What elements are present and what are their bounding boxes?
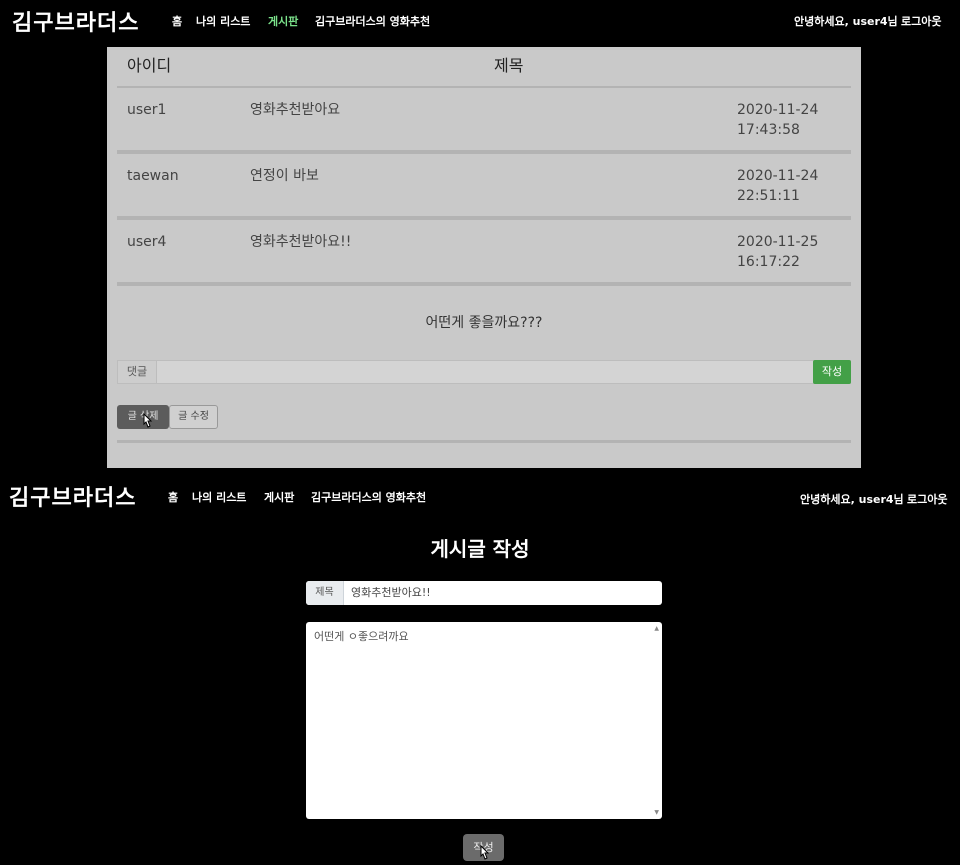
row-datetime: 2020-11-24 17:43:58 [737,100,818,140]
title-label: 제목 [306,581,344,605]
bottom-navbar: 김구브라더스 홈 나의 리스트 게시판 김구브라더스의 영화추천 안녕하세요, … [0,475,960,515]
comment-form[interactable]: 댓글 작성 [117,360,851,384]
content-value[interactable]: 어떤게 ㅇ좋으려까요 [314,628,409,644]
table-row[interactable]: user1 영화추천받아요 2020-11-24 17:43:58 [117,88,851,154]
brand-logo[interactable]: 김구브라더스 [12,5,139,37]
nav-my-list[interactable]: 나의 리스트 [192,489,246,505]
nav-my-list[interactable]: 나의 리스트 [196,13,250,29]
greeting-text: 안녕하세요, user4님 [800,493,904,506]
brand-logo[interactable]: 김구브라더스 [9,480,136,512]
row-id: taewan [127,168,179,184]
scroll-up-icon[interactable]: ▲ [654,625,659,632]
row-date: 2020-11-25 [737,234,819,250]
comment-submit-button[interactable]: 작성 [813,360,851,384]
row-title[interactable]: 영화추천받아요 [250,100,340,120]
board-panel: 아이디 제목 user1 영화추천받아요 2020-11-24 17:43:58… [107,47,861,468]
nav-home[interactable]: 홈 [172,13,182,29]
nav-recommend[interactable]: 김구브라더스의 영화추천 [311,489,426,505]
row-time: 16:17:22 [737,254,800,270]
comment-label: 댓글 [118,361,157,383]
title-input[interactable]: 영화추천받아요!! [351,581,431,605]
nav-home[interactable]: 홈 [168,489,178,505]
header-title: 제목 [494,56,524,75]
title-field[interactable]: 제목 영화추천받아요!! [306,581,662,605]
row-time: 17:43:58 [737,122,800,138]
logout-link[interactable]: 로그아웃 [907,491,947,507]
top-navbar: 김구브라더스 홈 나의 리스트 게시판 김구브라더스의 영화추천 안녕하세요, … [0,0,960,40]
row-date: 2020-11-24 [737,168,819,184]
scroll-down-icon[interactable]: ▼ [654,809,659,816]
greeting-text: 안녕하세요, user4님 [794,15,898,28]
header-id: 아이디 [127,56,172,75]
logout-link[interactable]: 로그아웃 [901,13,941,29]
edit-post-button[interactable]: 글 수정 [169,405,218,429]
nav-recommend[interactable]: 김구브라더스의 영화추천 [315,13,430,29]
table-row[interactable]: user4 영화추천받아요!! 2020-11-25 16:17:22 [117,220,851,286]
table-row[interactable]: taewan 연정이 바보 2020-11-24 22:51:11 [117,154,851,220]
nav-board[interactable]: 게시판 [264,489,294,505]
row-title[interactable]: 영화추천받아요!! [250,232,351,252]
row-id: user1 [127,102,167,118]
table-header: 아이디 제목 [117,47,851,88]
nav-board[interactable]: 게시판 [268,13,298,29]
row-time: 22:51:11 [737,188,800,204]
post-content: 어떤게 좋을까요??? [425,315,543,331]
row-id: user4 [127,234,167,250]
page-title: 게시글 작성 [430,537,530,561]
row-date: 2020-11-24 [737,102,819,118]
row-datetime: 2020-11-24 22:51:11 [737,166,818,206]
content-textarea[interactable]: 어떤게 ㅇ좋으려까요 ▲ ▼ [306,622,662,819]
row-datetime: 2020-11-25 16:17:22 [737,232,818,272]
divider [117,440,851,443]
row-title[interactable]: 연정이 바보 [250,166,319,186]
